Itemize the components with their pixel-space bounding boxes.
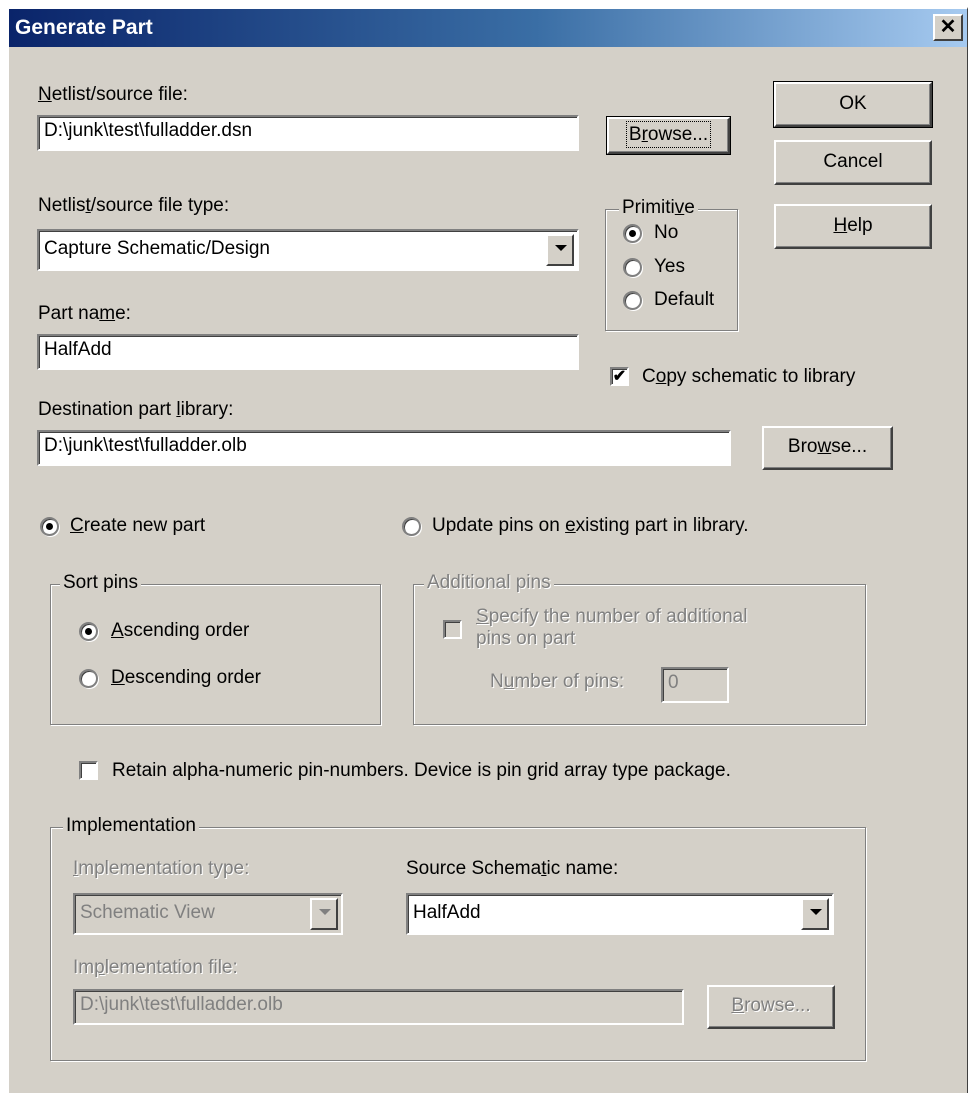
implementation-type-label: Implementation type: — [73, 858, 250, 879]
help-button[interactable]: Help — [774, 204, 932, 249]
copy-schematic-label: Copy schematic to library — [642, 366, 856, 387]
primitive-no-radio[interactable] — [623, 224, 642, 243]
specify-pins-label-line2: pins on part — [476, 628, 576, 649]
ascending-order-radio[interactable] — [79, 622, 98, 641]
retain-pin-numbers-checkbox[interactable] — [79, 761, 98, 780]
destination-library-label: Destination part library: — [38, 399, 234, 420]
cancel-button[interactable]: Cancel — [774, 140, 932, 185]
primitive-yes-label: Yes — [654, 256, 685, 277]
ok-button[interactable]: OK — [773, 81, 933, 128]
number-of-pins-label: Number of pins: — [490, 671, 625, 692]
generate-part-dialog: Generate Part ✕ Netlist/source file: D:\… — [7, 7, 968, 1093]
descending-order-label: Descending order — [111, 667, 261, 688]
implementation-file-input[interactable]: D:\junk\test\fulladder.olb — [73, 989, 684, 1025]
chevron-down-icon[interactable] — [546, 234, 574, 266]
netlist-type-label: Netlist/source file type: — [38, 195, 230, 216]
netlist-browse-button[interactable]: Browse... — [606, 116, 731, 155]
source-schematic-label: Source Schematic name: — [406, 858, 619, 879]
implementation-legend: Implementation — [63, 815, 199, 837]
netlist-type-select[interactable]: Capture Schematic/Design — [37, 229, 579, 271]
chevron-down-icon[interactable] — [801, 898, 829, 930]
chevron-down-icon[interactable] — [310, 898, 338, 930]
close-button[interactable]: ✕ — [933, 14, 963, 41]
close-icon: ✕ — [939, 16, 957, 38]
check-icon: ✔ — [612, 368, 627, 385]
sort-pins-group — [50, 584, 381, 725]
netlist-type-value: Capture Schematic/Design — [44, 238, 270, 259]
dialog-title: Generate Part — [15, 16, 153, 39]
create-new-part-radio[interactable] — [40, 517, 59, 536]
source-schematic-select[interactable]: HalfAdd — [406, 893, 834, 935]
primitive-no-label: No — [654, 222, 679, 243]
additional-pins-legend: Additional pins — [424, 572, 554, 594]
primitive-yes-radio[interactable] — [623, 258, 642, 277]
part-name-input[interactable]: HalfAdd — [37, 334, 579, 370]
destination-browse-button[interactable]: Browse... — [762, 426, 893, 470]
primitive-legend: Primitive — [619, 197, 698, 219]
specify-pins-label-line1: Specify the number of additional — [476, 606, 748, 627]
implementation-file-label: Implementation file: — [73, 957, 238, 978]
sort-pins-legend: Sort pins — [60, 572, 141, 594]
netlist-source-label: Netlist/source file: — [38, 84, 188, 105]
implementation-type-value: Schematic View — [80, 902, 215, 923]
title-bar[interactable]: Generate Part ✕ — [9, 9, 967, 47]
primitive-default-label: Default — [654, 289, 715, 310]
netlist-source-input[interactable]: D:\junk\test\fulladder.dsn — [37, 115, 579, 151]
copy-schematic-checkbox[interactable]: ✔ — [610, 367, 629, 386]
primitive-default-radio[interactable] — [623, 291, 642, 310]
descending-order-radio[interactable] — [79, 669, 98, 688]
create-new-part-label: Create new part — [70, 515, 206, 536]
source-schematic-value: HalfAdd — [413, 902, 481, 923]
update-pins-radio[interactable] — [402, 517, 421, 536]
implementation-browse-button[interactable]: Browse... — [707, 985, 835, 1029]
implementation-type-select[interactable]: Schematic View — [73, 893, 343, 935]
netlist-browse-label: Browse... — [625, 121, 712, 148]
ascending-order-label: Ascending order — [111, 620, 250, 641]
specify-pins-checkbox[interactable] — [443, 620, 462, 639]
retain-pin-numbers-label: Retain alpha-numeric pin-numbers. Device… — [112, 760, 731, 781]
update-pins-label: Update pins on existing part in library. — [432, 515, 749, 536]
number-of-pins-input[interactable]: 0 — [661, 667, 729, 703]
part-name-label: Part name: — [38, 303, 131, 324]
destination-library-input[interactable]: D:\junk\test\fulladder.olb — [37, 430, 731, 466]
